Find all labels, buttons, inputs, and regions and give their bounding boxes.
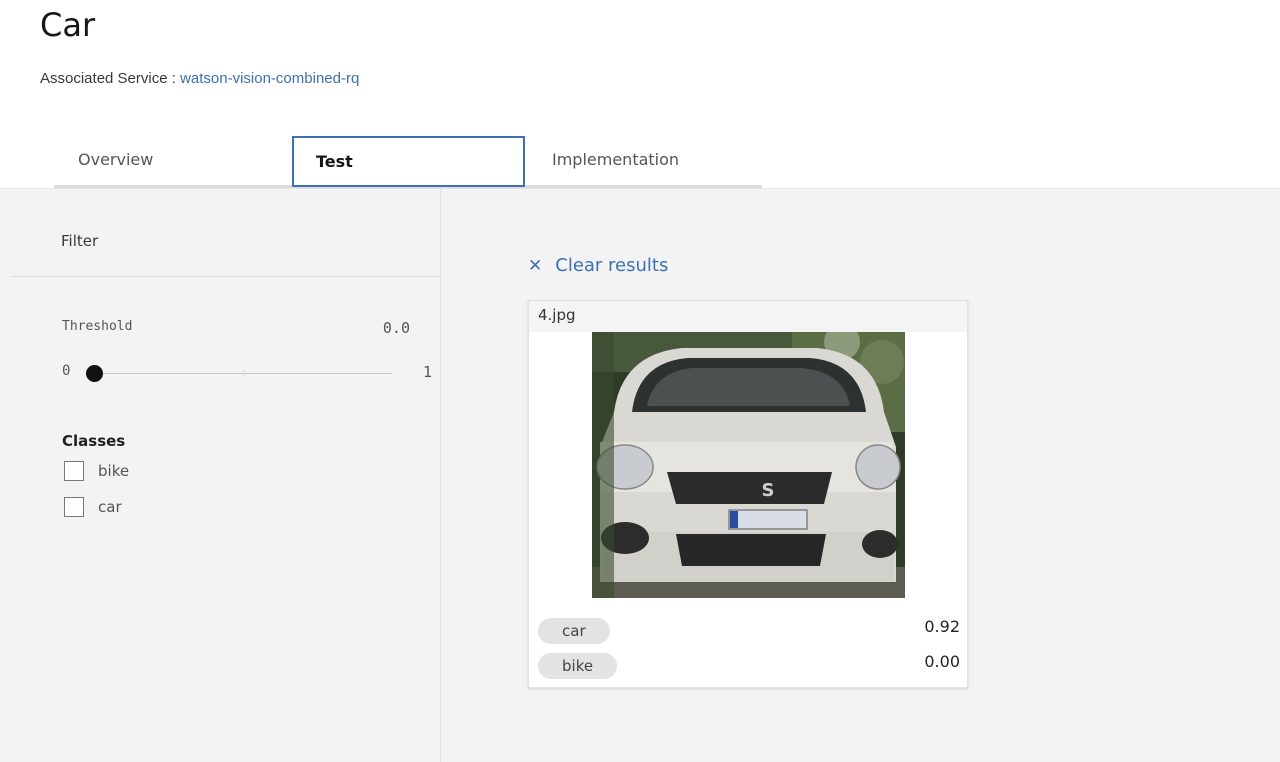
associated-service-label: Associated Service : [40,70,181,87]
score-car: 0.92 [924,616,960,636]
car-checkbox[interactable] [64,497,84,517]
threshold-value: 0.0 [382,319,410,337]
tab-test[interactable]: Test [292,136,525,187]
tab-implementation[interactable]: Implementation [552,133,762,185]
class-tag-car: car [538,617,610,644]
threshold-row: Threshold 0.0 [62,319,410,337]
classes-title: Classes [62,432,126,450]
car-photo: S [592,332,905,598]
class-filter-bike[interactable]: bike [64,461,129,481]
score-row: bike 0.00 [538,652,960,679]
score-bike: 0.00 [924,651,960,671]
score-row: car 0.92 [538,617,960,644]
clear-results-label: Clear results [555,255,669,276]
slider-min-label: 0 [62,363,71,379]
threshold-slider: 0 1 [62,363,432,383]
bike-checkbox[interactable] [64,461,84,481]
page-title: Car [40,6,96,44]
svg-text:S: S [762,480,775,501]
tab-bar: Overview Test Implementation [54,133,762,188]
result-filename: 4.jpg [529,301,967,332]
slider-track[interactable] [92,373,392,374]
result-card: 4.jpg S car 0.92 bike 0.00 [528,300,968,688]
threshold-label: Threshold [62,319,133,334]
slider-thumb[interactable] [86,365,103,382]
class-filter-car[interactable]: car [64,497,122,517]
class-label-bike: bike [98,462,130,480]
filter-sidebar: Filter Threshold 0.0 0 1 Classes bike ca… [10,189,441,762]
slider-max-label: 1 [422,363,432,381]
close-icon: ✕ [528,255,543,276]
filter-header: Filter [10,189,440,277]
class-label-car: car [98,498,122,516]
associated-service: Associated Service : watson-vision-combi… [40,70,359,87]
service-link[interactable]: watson-vision-combined-rq [180,70,359,87]
tab-overview[interactable]: Overview [78,133,258,185]
clear-results-button[interactable]: ✕ Clear results [528,255,668,276]
slider-midpoint-tick [244,370,245,376]
class-tag-bike: bike [538,652,618,679]
